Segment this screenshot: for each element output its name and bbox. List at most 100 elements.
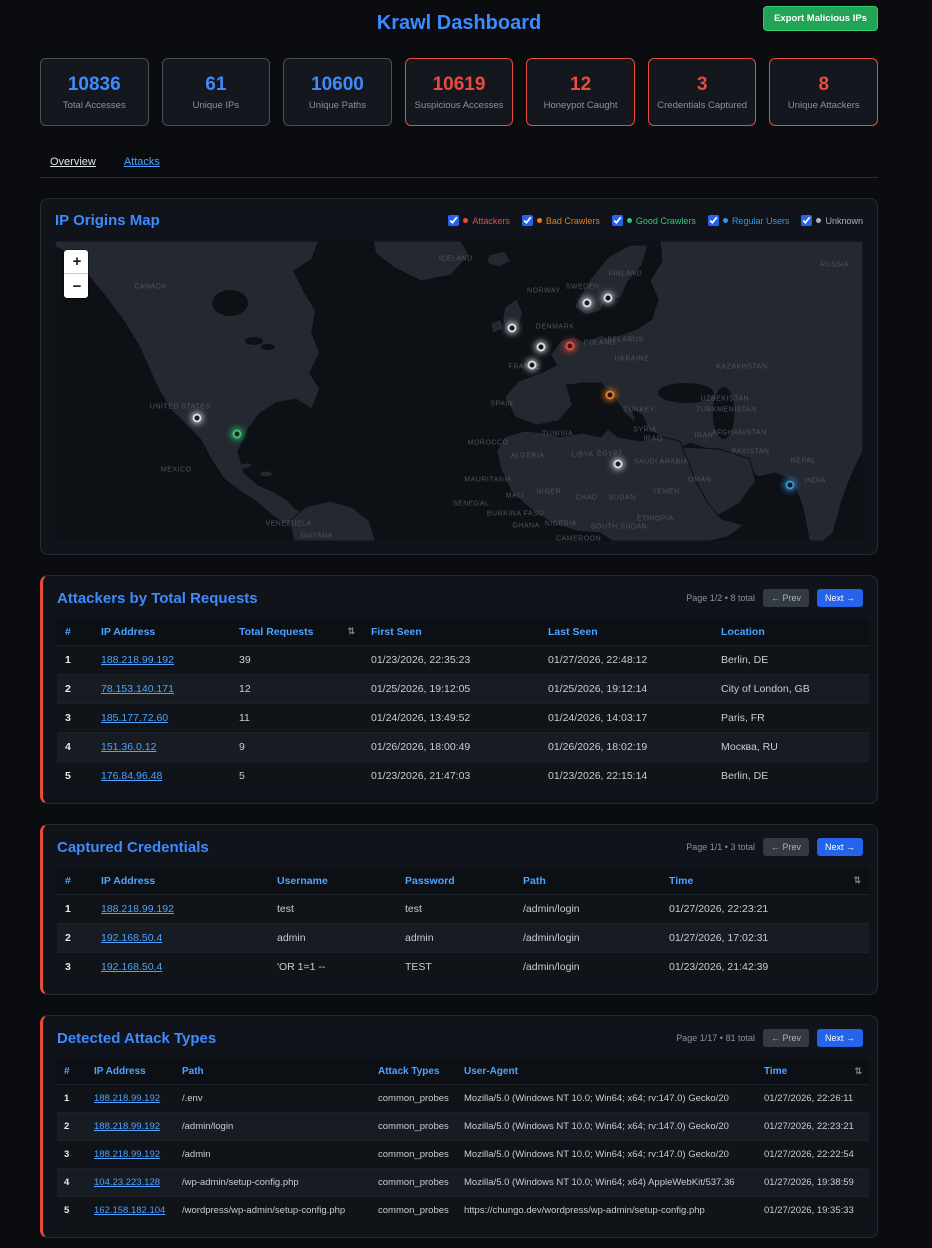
legend-item-attackers[interactable]: Attackers (448, 215, 510, 226)
column-header-time[interactable]: Time⇅ (661, 868, 869, 895)
legend-color-dot-icon (816, 218, 821, 223)
great-lakes (261, 344, 275, 350)
cell-user_agent: Mozilla/5.0 (Windows NT 10.0; Win64; x64… (457, 1141, 757, 1169)
map-country-label: SAUDI ARABIA (634, 459, 689, 466)
legend-checkbox[interactable] (612, 215, 623, 226)
cell-path: /wordpress/wp-admin/setup-config.php (175, 1197, 371, 1225)
map-marker-regular_user[interactable] (786, 480, 795, 489)
column-header-total_requests[interactable]: Total Requests⇅ (231, 619, 363, 646)
prev-page-button[interactable]: ← Prev (763, 1029, 809, 1047)
ip-address-link[interactable]: 188.218.99.192 (94, 1149, 160, 1160)
ip-address-link[interactable]: 188.218.99.192 (101, 654, 174, 666)
cell-path: /admin/login (175, 1113, 371, 1141)
page-info: Page 1/17 • 81 total (676, 1033, 755, 1043)
map-marker-unknown[interactable] (193, 414, 202, 423)
table-row: 3188.218.99.192/admincommon_probesMozill… (57, 1141, 869, 1169)
ip-address-link[interactable]: 176.84.96.48 (101, 770, 162, 782)
hudson-bay (212, 290, 248, 316)
cell-total_requests: 39 (231, 646, 363, 675)
ip-address-link[interactable]: 162.158.182.104 (94, 1205, 165, 1216)
ip-address-link[interactable]: 188.218.99.192 (94, 1093, 160, 1104)
ip-address-link[interactable]: 188.218.99.192 (101, 903, 174, 915)
sort-icon[interactable]: ⇅ (347, 626, 355, 637)
cell-time: 01/27/2026, 17:02:31 (661, 924, 869, 953)
cell-time: 01/27/2026, 22:23:21 (757, 1113, 869, 1141)
column-header-path[interactable]: Path (175, 1059, 371, 1085)
sort-icon[interactable]: ⇅ (854, 1066, 862, 1077)
legend-item-bad-crawlers[interactable]: Bad Crawlers (522, 215, 600, 226)
zoom-out-button[interactable]: − (64, 274, 89, 298)
map-country-label: PAKISTAN (732, 448, 770, 455)
legend-checkbox[interactable] (448, 215, 459, 226)
cell-num: 3 (57, 953, 93, 982)
cell-ip: 192.168.50.4 (93, 924, 269, 953)
ip-address-link[interactable]: 151.36.0.12 (101, 741, 156, 753)
stat-label: Unique Paths (309, 100, 366, 111)
next-page-button[interactable]: Next → (817, 838, 863, 856)
cell-time: 01/23/2026, 21:42:39 (661, 953, 869, 982)
next-page-button[interactable]: Next → (817, 589, 863, 607)
column-header-time[interactable]: Time⇅ (757, 1059, 869, 1085)
column-header-path[interactable]: Path (515, 868, 661, 895)
column-header-username[interactable]: Username (269, 868, 397, 895)
ip-address-link[interactable]: 185.177.72.60 (101, 712, 168, 724)
table-row: 2188.218.99.192/admin/logincommon_probes… (57, 1113, 869, 1141)
map-marker-unknown[interactable] (537, 342, 546, 351)
tab-attacks[interactable]: Attacks (124, 156, 160, 168)
zoom-in-button[interactable]: + (64, 250, 89, 274)
legend-item-regular-users[interactable]: Regular Users (708, 215, 790, 226)
map-marker-unknown[interactable] (527, 360, 536, 369)
column-header-num: # (57, 1059, 87, 1085)
cell-last_seen: 01/23/2026, 22:15:14 (540, 762, 713, 791)
cell-ip: 188.218.99.192 (93, 895, 269, 924)
column-header-ip[interactable]: IP Address (87, 1059, 175, 1085)
stat-label: Honeypot Caught (544, 100, 618, 111)
prev-page-button[interactable]: ← Prev (763, 838, 809, 856)
ip-address-link[interactable]: 192.168.50.4 (101, 961, 162, 973)
column-header-location[interactable]: Location (713, 619, 869, 646)
legend-item-good-crawlers[interactable]: Good Crawlers (612, 215, 696, 226)
landmass-hispaniola (260, 472, 272, 477)
tab-overview[interactable]: Overview (50, 156, 96, 168)
map-marker-bad_crawler[interactable] (606, 390, 615, 399)
map-marker-unknown[interactable] (582, 299, 591, 308)
column-header-ip[interactable]: IP Address (93, 868, 269, 895)
stat-value: 10836 (68, 74, 121, 96)
legend-color-dot-icon (723, 218, 728, 223)
column-header-user_agent[interactable]: User-Agent (457, 1059, 757, 1085)
stat-value: 3 (697, 74, 708, 96)
cell-location: City of London, GB (713, 675, 869, 704)
column-header-first_seen[interactable]: First Seen (363, 619, 540, 646)
map-marker-attacker[interactable] (565, 342, 574, 351)
ip-address-link[interactable]: 192.168.50.4 (101, 932, 162, 944)
ip-address-link[interactable]: 78.153.140.171 (101, 683, 174, 695)
column-header-ip[interactable]: IP Address (93, 619, 231, 646)
column-header-last_seen[interactable]: Last Seen (540, 619, 713, 646)
legend-checkbox[interactable] (522, 215, 533, 226)
credentials-panel-title: Captured Credentials (57, 839, 209, 856)
ip-address-link[interactable]: 104.23.223.128 (94, 1177, 160, 1188)
next-page-button[interactable]: Next → (817, 1029, 863, 1047)
world-map[interactable]: + − CANADAICELANDRUSSIANORWAYSWEDENFINLA… (55, 241, 863, 541)
column-header-num: # (57, 868, 93, 895)
column-header-attack_types[interactable]: Attack Types (371, 1059, 457, 1085)
legend-checkbox[interactable] (801, 215, 812, 226)
cell-last_seen: 01/27/2026, 22:48:12 (540, 646, 713, 675)
map-marker-unknown[interactable] (508, 324, 517, 333)
legend-item-unknown[interactable]: Unknown (801, 215, 863, 226)
sort-icon[interactable]: ⇅ (853, 875, 861, 886)
export-malicious-ips-button[interactable]: Export Malicious IPs (763, 6, 878, 31)
map-marker-unknown[interactable] (614, 459, 623, 468)
map-country-label: FINLAND (609, 271, 642, 278)
table-row: 4104.23.223.128/wp-admin/setup-config.ph… (57, 1169, 869, 1197)
map-marker-unknown[interactable] (604, 294, 613, 303)
map-marker-good_crawler[interactable] (232, 429, 241, 438)
legend-checkbox[interactable] (708, 215, 719, 226)
map-country-label: NEPAL (791, 457, 816, 464)
prev-page-button[interactable]: ← Prev (763, 589, 809, 607)
stat-value: 8 (818, 74, 829, 96)
table-row: 4151.36.0.12901/26/2026, 18:00:4901/26/2… (57, 733, 869, 762)
column-header-password[interactable]: Password (397, 868, 515, 895)
map-panel-head: IP Origins Map AttackersBad CrawlersGood… (55, 212, 863, 229)
ip-address-link[interactable]: 188.218.99.192 (94, 1121, 160, 1132)
